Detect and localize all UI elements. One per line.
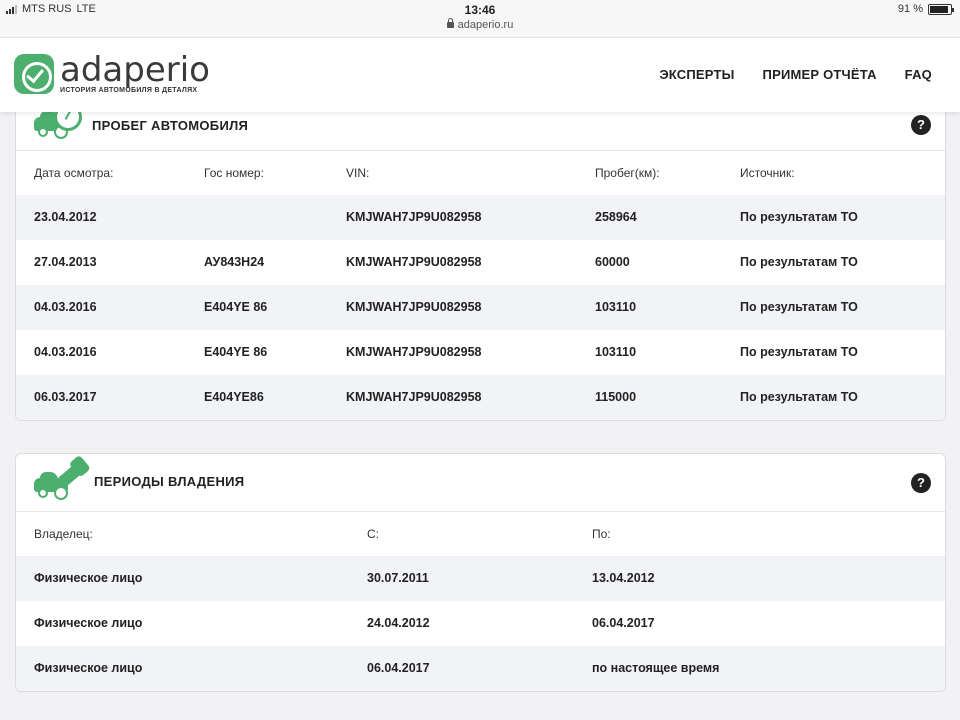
inspection-date: 06.03.2017 <box>34 390 97 404</box>
period-from: 30.07.2011 <box>367 571 429 585</box>
table-row: Физическое лицо 30.07.2011 13.04.2012 <box>16 556 945 601</box>
source: По результатам ТО <box>740 390 858 404</box>
key-icon <box>57 460 87 488</box>
plate-number: Е404YE 86 <box>204 345 268 359</box>
status-bar: MTS RUS LTE 13:46 adaperio.ru 91 % <box>0 0 960 38</box>
lock-icon <box>446 18 454 28</box>
owner-type: Физическое лицо <box>34 616 143 630</box>
table-row: Физическое лицо 24.04.2012 06.04.2017 <box>16 601 945 646</box>
site-header: adaperio ИСТОРИЯ АВТОМОБИЛЯ В ДЕТАЛЯХ ЭК… <box>0 38 960 112</box>
mileage-km: 103110 <box>595 300 637 314</box>
column-header: Гос номер: <box>204 166 264 180</box>
vin: KMJWAH7JP9U082958 <box>346 390 482 404</box>
logo-tagline: ИСТОРИЯ АВТОМОБИЛЯ В ДЕТАЛЯХ <box>60 87 198 94</box>
plate-number: Е404YE86 <box>204 390 264 404</box>
inspection-date: 04.03.2016 <box>34 345 97 359</box>
address-bar[interactable]: adaperio.ru <box>0 18 960 31</box>
ownership-card-header: ПЕРИОДЫ ВЛАДЕНИЯ ? <box>16 454 945 512</box>
mileage-column-headers: Дата осмотра: Гос номер: VIN: Пробег(км)… <box>16 151 945 195</box>
period-to: 13.04.2012 <box>592 571 655 585</box>
plate-number: Е404YE 86 <box>204 300 268 314</box>
source: По результатам ТО <box>740 345 858 359</box>
battery-icon <box>928 3 954 15</box>
mileage-km: 103110 <box>595 345 637 359</box>
logo[interactable]: adaperio ИСТОРИЯ АВТОМОБИЛЯ В ДЕТАЛЯХ <box>14 50 210 94</box>
column-header: Источник: <box>740 166 795 180</box>
nav-faq[interactable]: FAQ <box>905 67 932 82</box>
owner-type: Физическое лицо <box>34 661 143 675</box>
nav-sample-report[interactable]: ПРИМЕР ОТЧЁТА <box>763 67 877 82</box>
period-to: 06.04.2017 <box>592 616 655 630</box>
inspection-date: 04.03.2016 <box>34 300 97 314</box>
table-row: 04.03.2016 Е404YE 86 KMJWAH7JP9U082958 1… <box>16 330 945 375</box>
column-header: Владелец: <box>34 527 93 541</box>
logo-check-icon <box>14 54 54 94</box>
table-row: Физическое лицо 06.04.2017 по настоящее … <box>16 646 945 691</box>
source: По результатам ТО <box>740 255 858 269</box>
column-header: Пробег(км): <box>595 166 660 180</box>
help-icon[interactable]: ? <box>911 115 931 135</box>
period-from: 24.04.2012 <box>367 616 430 630</box>
url-text: adaperio.ru <box>457 19 514 31</box>
status-right: 91 % <box>897 3 954 15</box>
table-row: 27.04.2013 АУ843Н24 KMJWAH7JP9U082958 60… <box>16 240 945 285</box>
inspection-date: 23.04.2012 <box>34 210 97 224</box>
table-row: 04.03.2016 Е404YE 86 KMJWAH7JP9U082958 1… <box>16 285 945 330</box>
mileage-title: ПРОБЕГ АВТОМОБИЛЯ <box>92 118 249 133</box>
mileage-card: ПРОБЕГ АВТОМОБИЛЯ ? Дата осмотра: Гос но… <box>15 92 946 421</box>
plate-number: АУ843Н24 <box>204 255 265 269</box>
nav-experts[interactable]: ЭКСПЕРТЫ <box>659 67 734 82</box>
main-nav: ЭКСПЕРТЫ ПРИМЕР ОТЧЁТА FAQ <box>659 67 932 82</box>
inspection-date: 27.04.2013 <box>34 255 97 269</box>
vin: KMJWAH7JP9U082958 <box>346 300 482 314</box>
mileage-km: 60000 <box>595 255 630 269</box>
table-row: 06.03.2017 Е404YE86 KMJWAH7JP9U082958 11… <box>16 375 945 420</box>
source: По результатам ТО <box>740 300 858 314</box>
owner-type: Физическое лицо <box>34 571 143 585</box>
ownership-card: ПЕРИОДЫ ВЛАДЕНИЯ ? Владелец: С: По: Физи… <box>15 453 946 692</box>
column-header: Дата осмотра: <box>34 166 114 180</box>
mileage-km: 115000 <box>595 390 637 404</box>
logo-name: adaperio <box>60 50 210 90</box>
clock: 13:46 <box>464 3 496 17</box>
period-from: 06.04.2017 <box>367 661 430 675</box>
column-header: VIN: <box>346 166 370 180</box>
column-header: По: <box>592 527 611 541</box>
mileage-km: 258964 <box>595 210 637 224</box>
ownership-column-headers: Владелец: С: По: <box>16 512 945 556</box>
battery-percent: 91 % <box>897 3 923 15</box>
source: По результатам ТО <box>740 210 858 224</box>
vin: KMJWAH7JP9U082958 <box>346 210 482 224</box>
column-header: С: <box>367 527 379 541</box>
vin: KMJWAH7JP9U082958 <box>346 255 482 269</box>
help-icon[interactable]: ? <box>911 473 931 493</box>
ownership-title: ПЕРИОДЫ ВЛАДЕНИЯ <box>94 474 245 489</box>
table-row: 23.04.2012 KMJWAH7JP9U082958 258964 По р… <box>16 195 945 240</box>
vin: KMJWAH7JP9U082958 <box>346 345 482 359</box>
period-to: по настоящее время <box>592 661 720 675</box>
